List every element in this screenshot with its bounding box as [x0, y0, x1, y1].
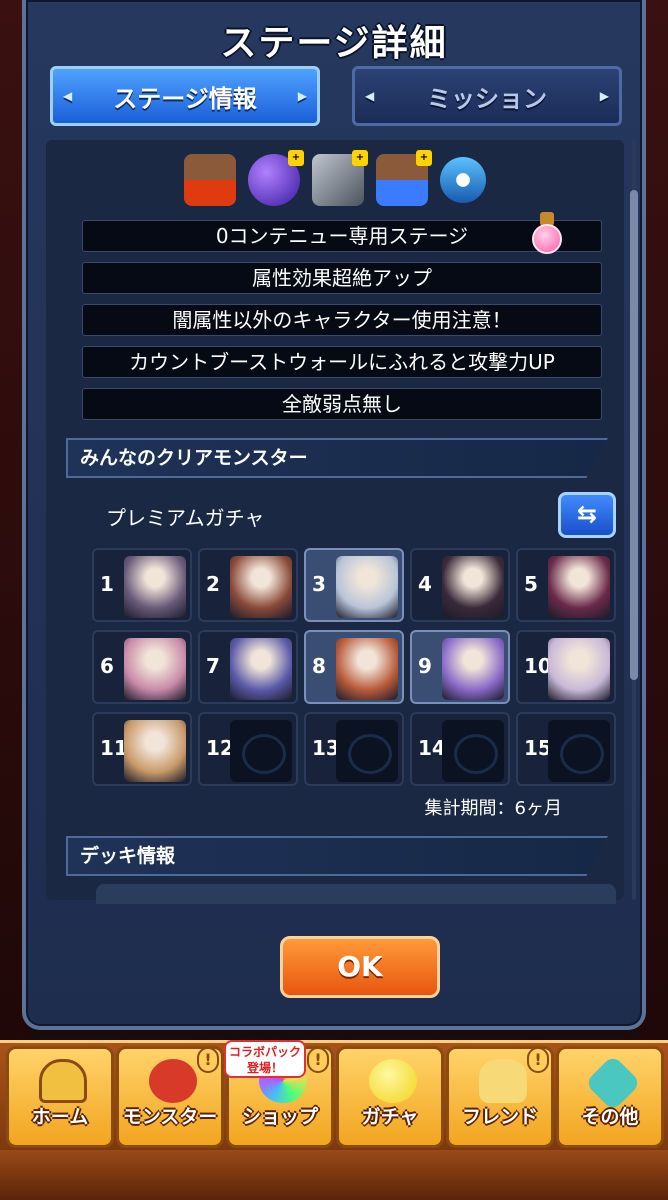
empty-slot-icon [548, 720, 610, 782]
nav-label: フレンド [461, 1106, 538, 1128]
stage-info-row: 闇属性以外のキャラクター使用注意！ [82, 304, 602, 336]
monster-icon [149, 1059, 197, 1103]
clear-monster-cell[interactable]: 2 [198, 548, 298, 622]
nav-home[interactable]: ホーム [6, 1046, 114, 1148]
clear-monster-cell[interactable]: 8 [304, 630, 404, 704]
clear-monster-cell[interactable]: 7 [198, 630, 298, 704]
nav-label: ガチャ [361, 1106, 419, 1128]
aggregation-period: 集計期間：6ヶ月 [424, 798, 562, 819]
nav-label: モンスター [122, 1106, 218, 1128]
monster-rank: 2 [206, 572, 220, 596]
home-icon [39, 1059, 87, 1103]
stage-detail-dialog: ステージ詳細 ◀ ステージ情報 ▶ ◀ ミッション ▶ + + + 0コンテニュ… [22, 0, 646, 1030]
monster-portrait [124, 638, 186, 700]
ok-button[interactable]: OK [280, 936, 440, 998]
clear-monster-cell[interactable]: 4 [410, 548, 510, 622]
block-icon[interactable]: + [312, 150, 368, 206]
notification-badge: ! [197, 1047, 219, 1073]
clear-monster-cell[interactable]: 10 [516, 630, 616, 704]
tab-stage-info[interactable]: ◀ ステージ情報 ▶ [50, 66, 320, 126]
monster-rank: 4 [418, 572, 432, 596]
tab-arrow-right-icon: ▶ [599, 89, 609, 103]
counter-wall-icon[interactable]: + [376, 150, 432, 206]
gimmick-badge: + [416, 150, 432, 166]
empty-slot-icon [442, 720, 504, 782]
empty-slot-icon [230, 720, 292, 782]
friend-icon [479, 1059, 527, 1103]
nav-label: ホーム [31, 1106, 89, 1128]
gimmick-icons: + + + [46, 150, 624, 206]
nav-label: その他 [581, 1106, 639, 1128]
monster-portrait [336, 556, 398, 618]
clear-monster-cell[interactable]: 6 [92, 630, 192, 704]
nav-gacha[interactable]: ガチャ [336, 1046, 444, 1148]
gravity-orb-icon[interactable]: + [248, 150, 304, 206]
clear-monster-cell: 15 [516, 712, 616, 786]
monster-portrait [230, 638, 292, 700]
swap-button[interactable]: ⇆ [558, 492, 616, 538]
monster-portrait [124, 556, 186, 618]
monster-rank: 9 [418, 654, 432, 678]
monster-portrait [442, 556, 504, 618]
monster-rank: 6 [100, 654, 114, 678]
scrollbar-thumb[interactable] [630, 190, 638, 680]
monster-rank: 5 [524, 572, 538, 596]
stage-info-row: カウントブーストウォールにふれると攻撃力UP [82, 346, 602, 378]
gacha-icon [369, 1059, 417, 1103]
tab-mission[interactable]: ◀ ミッション ▶ [352, 66, 622, 126]
monster-rank: 7 [206, 654, 220, 678]
tab-stage-info-label: ステージ情報 [113, 84, 257, 113]
tab-arrow-left-icon: ◀ [63, 89, 73, 103]
stage-info-row: 属性効果超絶アップ [82, 262, 602, 294]
gimmick-badge: + [288, 150, 304, 166]
monster-rank: 8 [312, 654, 326, 678]
clear-monsters-header: みんなのクリアモンスター [66, 438, 608, 478]
nav-other[interactable]: その他 [556, 1046, 664, 1148]
clear-monster-cell[interactable]: 5 [516, 548, 616, 622]
notification-badge: ! [527, 1047, 549, 1073]
dialog-title: ステージ詳細 [220, 23, 448, 64]
tab-arrow-right-icon: ▶ [297, 89, 307, 103]
stage-info-row: 全敵弱点無し [82, 388, 602, 420]
stage-info-row: 0コンテニュー専用ステージ [82, 220, 602, 252]
tab-mission-label: ミッション [427, 84, 547, 113]
monster-rank: 3 [312, 572, 326, 596]
monster-portrait [548, 556, 610, 618]
nav-friend[interactable]: ! フレンド [446, 1046, 554, 1148]
clear-monster-cell[interactable]: 1 [92, 548, 192, 622]
nav-monster[interactable]: ! モンスター [116, 1046, 224, 1148]
clear-monster-cell[interactable]: 3 [304, 548, 404, 622]
potion-icon [530, 212, 564, 256]
clear-monster-cell[interactable]: 11 [92, 712, 192, 786]
monster-portrait [442, 638, 504, 700]
collab-pack-tag: コラボパック 登場！ [224, 1040, 306, 1078]
clear-monster-cell: 14 [410, 712, 510, 786]
notification-badge: ! [307, 1047, 329, 1073]
clear-monster-cell[interactable]: 9 [410, 630, 510, 704]
empty-slot-icon [336, 720, 398, 782]
tab-arrow-left-icon: ◀ [365, 89, 375, 103]
monster-rank: 1 [100, 572, 114, 596]
clear-monster-cell: 13 [304, 712, 404, 786]
monster-portrait [124, 720, 186, 782]
gacha-label: プレミアムガチャ [106, 506, 265, 530]
monster-portrait [336, 638, 398, 700]
bottom-nav-base [0, 1150, 668, 1200]
monster-portrait [548, 638, 610, 700]
damage-wall-icon[interactable] [184, 154, 236, 206]
monster-portrait [230, 556, 292, 618]
deck-info-header: デッキ情報 [66, 836, 608, 876]
gimmick-badge: + [352, 150, 368, 166]
deck-info-row[interactable] [96, 884, 616, 904]
speed-down-icon[interactable] [440, 157, 486, 203]
nav-label: ショップ [241, 1106, 318, 1128]
clear-monster-cell: 12 [198, 712, 298, 786]
